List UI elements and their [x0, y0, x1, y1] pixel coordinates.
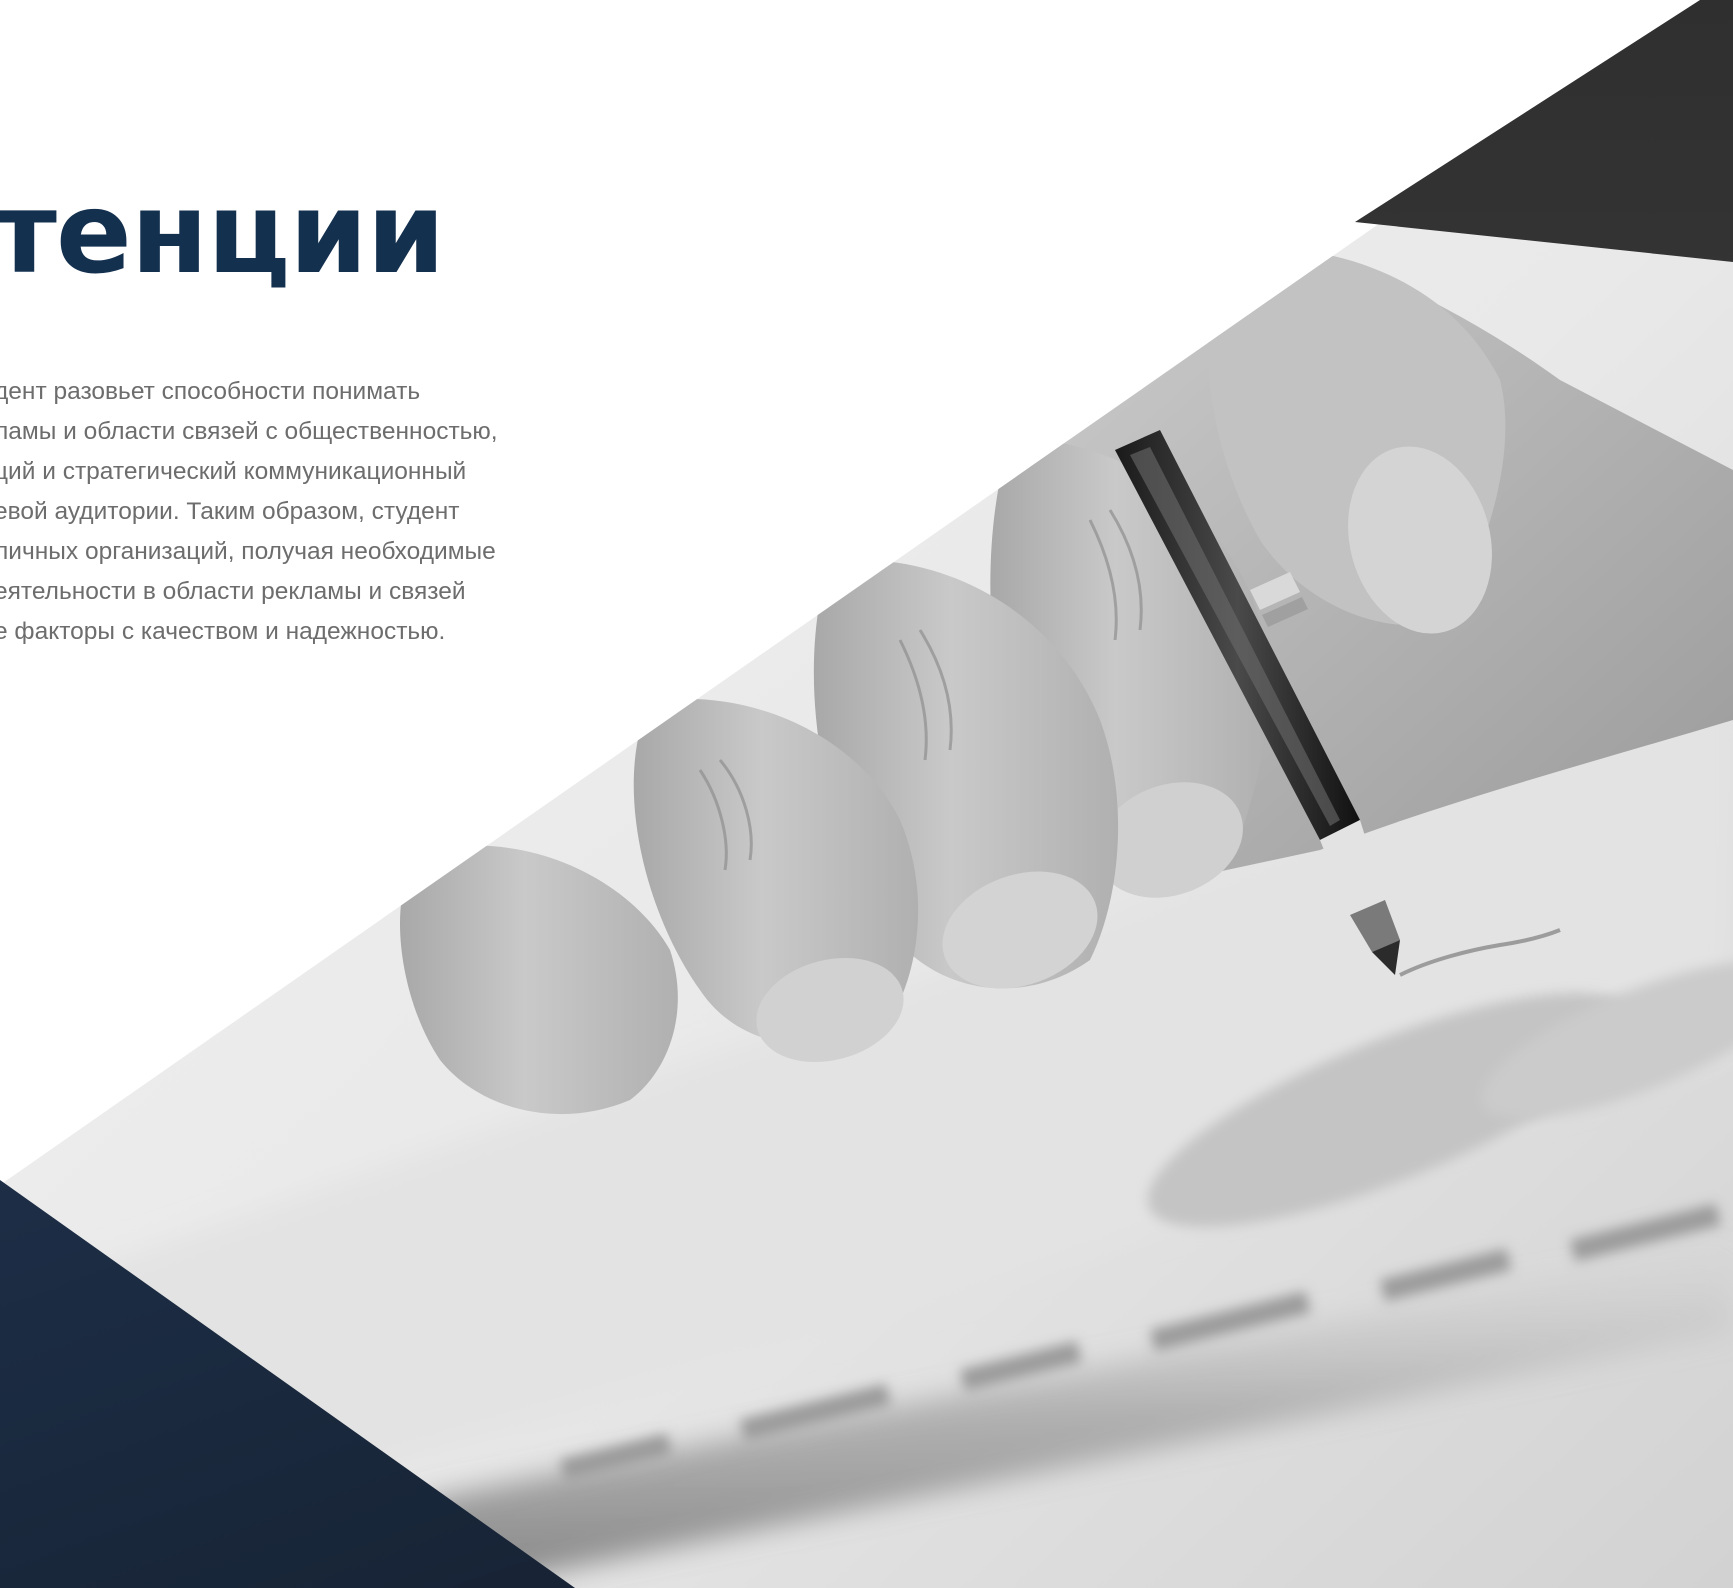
description-line: еятельности в области рекламы и связей: [0, 578, 466, 605]
section-description: дент разовьет способности понимать ламы …: [0, 372, 554, 652]
description-line: ламы и области связей с общественностью,: [0, 418, 498, 445]
description-line: евой аудитории. Таким образом, студент: [0, 498, 460, 525]
description-line: е факторы с качеством и надежностью.: [0, 618, 446, 645]
description-line: личных организаций, получая необходимые: [0, 538, 496, 565]
description-line: ций и стратегический коммуникационный: [0, 458, 467, 485]
page: тенции дент разовьет способности понимат…: [0, 0, 1733, 1588]
description-line: дент разовьет способности понимать: [0, 378, 421, 405]
section-heading: тенции: [0, 169, 445, 299]
